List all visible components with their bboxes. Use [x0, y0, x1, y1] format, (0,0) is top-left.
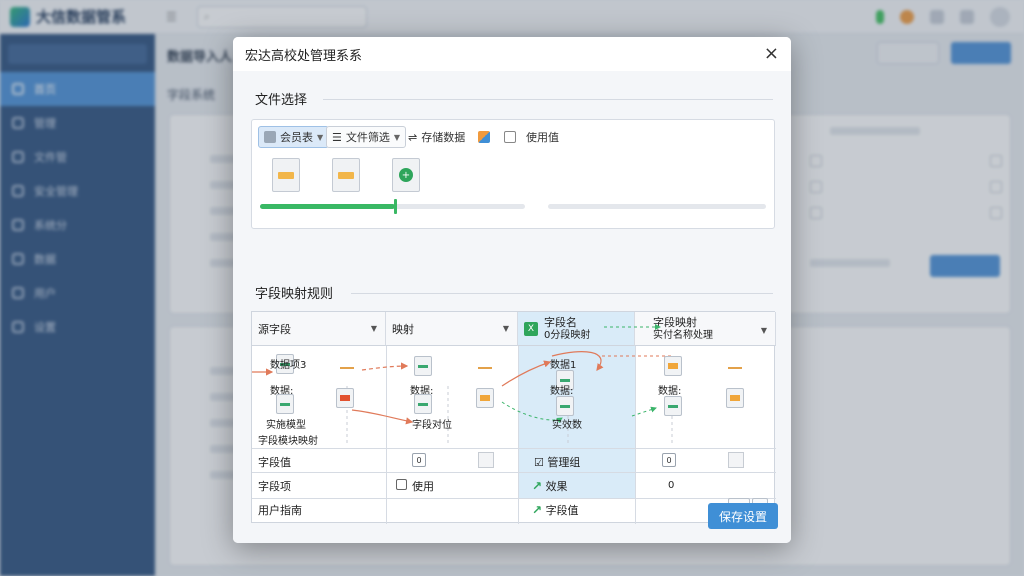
arrow-b-c: [501, 360, 552, 387]
dialog-title: 宏达高校处管理系系: [245, 48, 363, 64]
link-icon: ⇌: [408, 130, 418, 144]
row2-option: 使用: [412, 480, 434, 493]
mapping-doc-icon: [414, 394, 432, 414]
row1-option-box[interactable]: 0: [412, 453, 426, 467]
row1-value: ☑ 管理组: [534, 456, 581, 469]
chevron-down-icon: ▼: [393, 132, 401, 142]
file-doc-1[interactable]: [272, 158, 300, 192]
trend-up-icon: ↗: [532, 479, 543, 493]
dialog-body: 文件选择 会员表 ▼ ☰ 文件筛选 ▼ ⇌ 存储数据 使用值 + 字段映射规则 …: [233, 71, 791, 543]
spreadsheet-icon: [278, 171, 294, 179]
list-icon: ☰: [332, 130, 342, 144]
header-mapping[interactable]: 映射 ▼: [386, 312, 518, 346]
error-doc-icon: [336, 388, 354, 408]
arrow-a-b: [361, 362, 409, 371]
file-section-title: 文件选择: [255, 93, 308, 108]
header-source[interactable]: 源字段 ▼: [252, 312, 386, 346]
spreadsheet-icon: [338, 171, 354, 179]
target-doc-icon: [664, 396, 682, 416]
arrow-a-b2: [351, 409, 414, 425]
use-value-checkbox[interactable]: 使用值: [498, 126, 565, 148]
row1-label: 字段值: [258, 456, 291, 469]
source-doc-icon: [276, 394, 294, 414]
row2-checkbox[interactable]: [396, 479, 407, 490]
target-doc-icon-2: [726, 388, 744, 408]
row2-value: ↗ 效果: [532, 479, 568, 493]
row3-value: ↗ 字段值: [532, 503, 579, 517]
progress-track-remaining: [548, 204, 766, 209]
chevron-down-icon: ▼: [760, 326, 767, 335]
row1-target-toggle[interactable]: [728, 452, 744, 468]
trend-up-icon: ↗: [532, 503, 543, 517]
progress-fill: [260, 204, 395, 209]
row1-target-box[interactable]: 0: [662, 453, 676, 467]
member-table-dropdown[interactable]: 会员表 ▼: [258, 126, 330, 148]
dialog-header: 宏达高校处管理系系 ×: [233, 37, 791, 71]
row1-toggle[interactable]: [478, 452, 494, 468]
store-data-button[interactable]: ⇌ 存储数据: [402, 126, 471, 148]
row3-label: 用户指南: [258, 504, 302, 517]
warning-doc-icon: [476, 388, 494, 408]
save-button[interactable]: 保存设置: [708, 503, 778, 529]
header-link-arrow: [604, 324, 661, 330]
field-doc-icon: [556, 396, 574, 416]
file-doc-2[interactable]: [332, 158, 360, 192]
checkbox-icon: [504, 131, 516, 143]
check-icon: ☑: [534, 456, 544, 469]
row2-badge: 0: [668, 480, 675, 491]
palette-icon: [478, 131, 490, 143]
file-panel: 会员表 ▼ ☰ 文件筛选 ▼ ⇌ 存储数据 使用值 +: [251, 119, 775, 229]
row2-label: 字段项: [258, 480, 291, 493]
target-doc-icon: [664, 356, 682, 376]
chevron-down-icon: ▼: [317, 132, 324, 142]
mapping-dialog: 宏达高校处管理系系 × 文件选择 会员表 ▼ ☰ 文件筛选 ▼ ⇌ 存储数据 使…: [233, 37, 791, 543]
table-icon: [264, 131, 276, 143]
mapping-grid: 源字段 ▼ 映射 ▼ X 字段名 0分段映射 字段映射 实付名称处理 ▼ 数据项…: [251, 311, 776, 524]
chevron-down-icon: ▼: [502, 324, 509, 333]
add-icon: +: [399, 168, 413, 182]
close-icon[interactable]: ×: [764, 45, 779, 63]
file-doc-3[interactable]: +: [392, 158, 420, 192]
excel-icon: X: [524, 321, 538, 336]
mapping-doc-icon: [414, 356, 432, 376]
upload-progress: [260, 199, 525, 214]
color-button[interactable]: [472, 126, 496, 148]
chevron-down-icon: ▼: [370, 324, 377, 333]
mapping-section-title: 字段映射规则: [255, 287, 334, 302]
arrow-c-d: [631, 406, 657, 417]
progress-handle[interactable]: [394, 199, 397, 214]
file-filter-dropdown[interactable]: ☰ 文件筛选 ▼: [326, 126, 407, 148]
mapping-flow-diagram: [252, 351, 673, 446]
